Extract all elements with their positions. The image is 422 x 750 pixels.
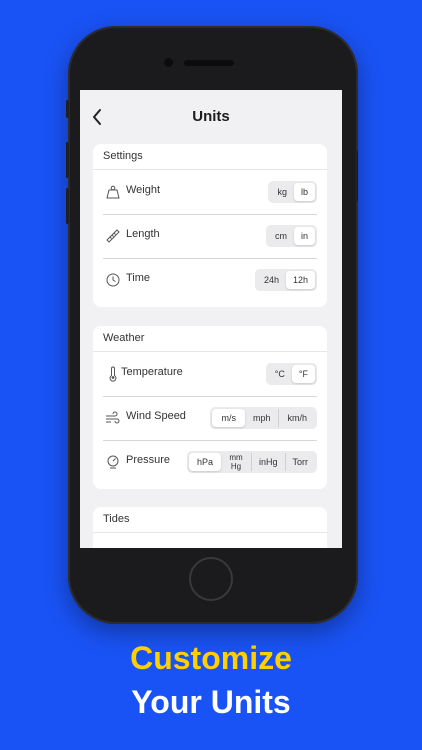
phone-volume-down	[66, 188, 69, 224]
row-label: Length	[126, 228, 160, 240]
phone-power-button	[355, 150, 358, 202]
pressure-unit-selector: hPa mmHg inHg Torr	[186, 451, 317, 473]
caption-line-2: Your Units	[131, 684, 291, 720]
length-row: Length cm in	[93, 214, 327, 258]
option-24h[interactable]: 24h	[257, 271, 286, 289]
row-label: Time	[126, 272, 151, 284]
temperature-unit-selector: °C °F	[265, 363, 317, 385]
thermometer-icon	[109, 366, 117, 382]
weight-icon	[106, 185, 120, 199]
weather-card: Weather Temperature °C °F Wind Speed m/s…	[93, 326, 327, 489]
time-unit-selector: 24h 12h	[254, 269, 317, 291]
option-mph[interactable]: mph	[245, 409, 279, 427]
section-header: Tides	[93, 507, 327, 533]
option-12h[interactable]: 12h	[285, 271, 315, 289]
option-hpa[interactable]: hPa	[188, 453, 221, 471]
temperature-row: Temperature °C °F	[93, 352, 327, 396]
wind-icon	[106, 411, 120, 424]
row-label: Weight	[126, 184, 161, 196]
option-lb[interactable]: lb	[293, 183, 315, 201]
section-header: Settings	[93, 144, 327, 170]
time-row: Time 24h 12h	[93, 258, 327, 302]
option-celsius[interactable]: °C	[268, 365, 292, 383]
pressure-row: Pressure hPa mmHg inHg Torr	[93, 440, 327, 484]
pressure-icon	[107, 455, 119, 469]
weight-row: Weight kg lb	[93, 170, 327, 214]
wind-speed-row: Wind Speed m/s mph km/h	[93, 396, 327, 440]
settings-card: Settings Weight kg lb Length cm in Time …	[93, 144, 327, 307]
option-fahrenheit[interactable]: °F	[291, 365, 315, 383]
tides-card: Tides	[93, 507, 327, 548]
ruler-icon	[106, 229, 120, 243]
weight-unit-selector: kg lb	[268, 181, 317, 203]
phone-volume-up	[66, 142, 69, 178]
length-unit-selector: cm in	[265, 225, 317, 247]
option-km-h[interactable]: km/h	[278, 409, 315, 427]
option-kg[interactable]: kg	[270, 183, 294, 201]
row-label: Temperature	[121, 366, 183, 378]
row-label: Pressure	[126, 454, 171, 466]
section-header: Weather	[93, 326, 327, 352]
option-torr[interactable]: Torr	[284, 453, 316, 471]
front-camera	[164, 58, 173, 67]
phone-side-button	[66, 100, 69, 118]
option-in[interactable]: in	[293, 227, 315, 245]
clock-icon	[106, 273, 120, 287]
page-title: Units	[192, 108, 230, 125]
option-m-s[interactable]: m/s	[212, 409, 245, 427]
option-cm[interactable]: cm	[268, 227, 294, 245]
navigation-bar: Units	[80, 90, 342, 144]
row-label: Wind Speed	[126, 410, 186, 422]
wind-speed-unit-selector: m/s mph km/h	[210, 407, 317, 429]
earpiece-speaker	[184, 60, 234, 66]
caption-line-1: Customize	[130, 640, 292, 676]
app-screen: Units Settings Weight kg lb Length cm in	[80, 90, 342, 548]
option-mmhg[interactable]: mmHg	[221, 453, 251, 471]
option-inhg[interactable]: inHg	[250, 453, 285, 471]
home-button[interactable]	[189, 557, 233, 601]
